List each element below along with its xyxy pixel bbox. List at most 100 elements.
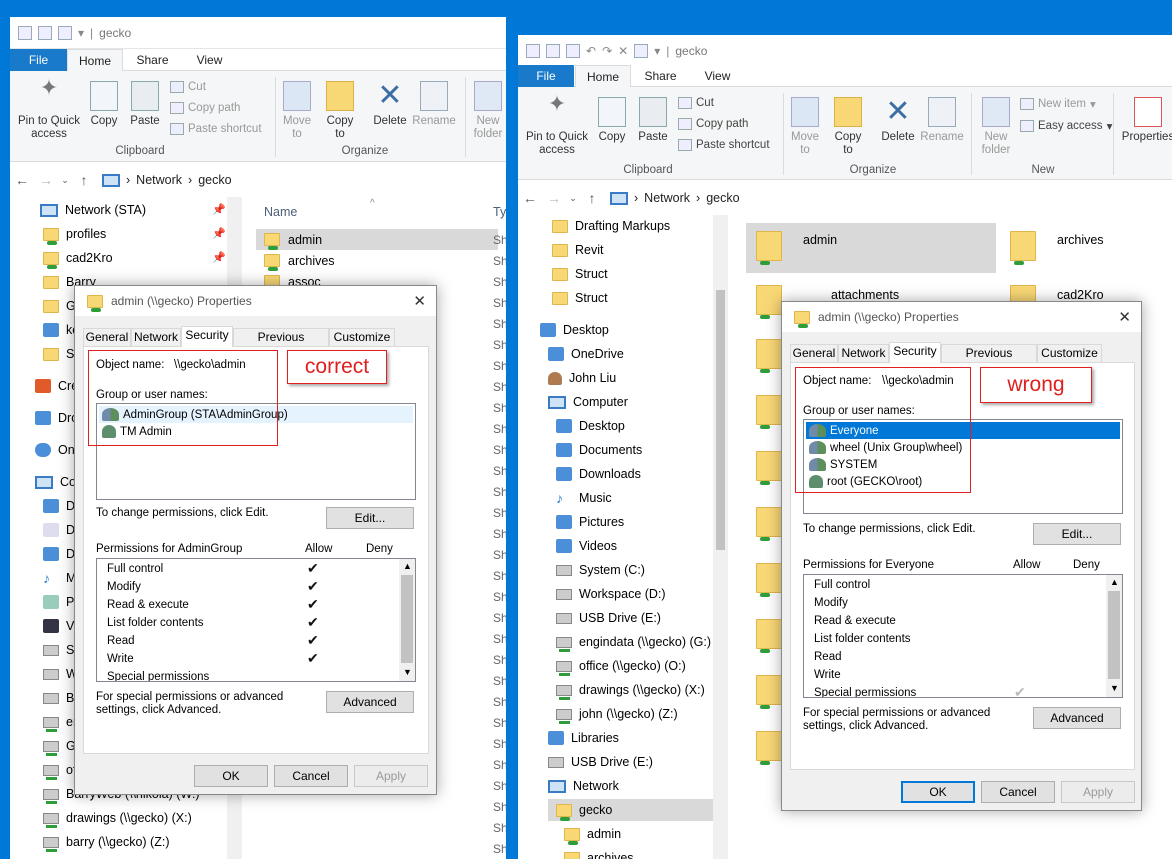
- tab-previous-versions[interactable]: Previous Versions: [941, 344, 1037, 377]
- nav-item[interactable]: W: [43, 663, 78, 685]
- cancel-button[interactable]: Cancel: [274, 765, 348, 787]
- tab-security[interactable]: Security: [889, 342, 941, 363]
- nav-item[interactable]: USB Drive (E:): [556, 607, 661, 629]
- nav-item[interactable]: Pi: [43, 591, 77, 613]
- nav-item[interactable]: Drafting Markups: [552, 215, 670, 237]
- scroll-down-icon[interactable]: ▼: [1110, 683, 1119, 693]
- nav-item[interactable]: Network (STA): [40, 199, 146, 221]
- nav-item[interactable]: engindata (\\gecko) (G:): [556, 631, 711, 653]
- nav-item[interactable]: barry (\\gecko) (Z:): [43, 831, 170, 853]
- delete-button[interactable]: ✕ Delete: [878, 97, 918, 144]
- properties-icon[interactable]: [546, 44, 560, 58]
- nav-item[interactable]: Network: [548, 775, 619, 797]
- rename-button[interactable]: Rename: [412, 81, 456, 128]
- nav-item[interactable]: Revit: [552, 239, 603, 261]
- scroll-up-icon[interactable]: ▲: [403, 561, 412, 571]
- tab-file[interactable]: File: [10, 49, 67, 71]
- forward-arrow-icon[interactable]: →: [542, 190, 566, 206]
- apply-button[interactable]: Apply: [1061, 781, 1135, 803]
- tab-share[interactable]: Share: [125, 49, 180, 71]
- permissions-scrollbar[interactable]: ▲ ▼: [399, 559, 415, 681]
- nav-item[interactable]: Desktop: [556, 415, 625, 437]
- recent-dropdown-icon[interactable]: ⌄: [58, 175, 72, 186]
- cut-button[interactable]: Cut: [170, 81, 206, 93]
- nav-item[interactable]: profiles: [43, 223, 106, 245]
- qat-dropdown-icon[interactable]: ▾: [78, 26, 84, 40]
- paste-shortcut-button[interactable]: Paste shortcut: [678, 139, 770, 151]
- scroll-down-icon[interactable]: ▼: [403, 667, 412, 677]
- nav-item[interactable]: of: [43, 759, 76, 781]
- nav-item[interactable]: Desktop: [540, 319, 609, 341]
- qat-dropdown-icon[interactable]: ▾: [654, 44, 660, 58]
- new-folder-button[interactable]: New folder: [976, 97, 1016, 157]
- new-item-button[interactable]: New item ▾: [1020, 97, 1096, 111]
- nav-item[interactable]: drawings (\\gecko) (X:): [556, 679, 705, 701]
- move-to-button[interactable]: Move to: [282, 81, 312, 141]
- nav-item[interactable]: Dro: [35, 407, 78, 429]
- nav-item[interactable]: Videos: [556, 535, 617, 557]
- tab-customize[interactable]: Customize: [1037, 344, 1102, 362]
- paste-button[interactable]: Paste: [126, 81, 164, 128]
- cut-button[interactable]: Cut: [678, 97, 714, 109]
- tab-security[interactable]: Security: [181, 326, 233, 347]
- nav-item[interactable]: Cre: [35, 375, 78, 397]
- up-arrow-icon[interactable]: ↑: [72, 172, 96, 188]
- pin-icon[interactable]: 📌: [212, 203, 226, 216]
- nav-item[interactable]: gecko: [548, 799, 718, 821]
- nav-item[interactable]: Struct: [552, 287, 608, 309]
- rename-icon[interactable]: [634, 44, 649, 58]
- nav-item[interactable]: Downloads: [556, 463, 641, 485]
- tab-general[interactable]: General: [83, 328, 131, 346]
- advanced-button[interactable]: Advanced: [326, 691, 414, 713]
- file-row[interactable]: archives: [264, 250, 335, 271]
- close-icon[interactable]: ✕: [1118, 308, 1131, 326]
- ok-button[interactable]: OK: [901, 781, 975, 803]
- breadcrumb[interactable]: › Network › gecko: [102, 173, 232, 187]
- edit-button[interactable]: Edit...: [1033, 523, 1121, 545]
- properties-icon[interactable]: [38, 26, 52, 40]
- tab-share[interactable]: Share: [633, 65, 688, 87]
- nav-item[interactable]: Documents: [556, 439, 642, 461]
- tile-admin[interactable]: admin: [746, 223, 996, 273]
- copy-to-button[interactable]: Copy to: [324, 81, 356, 141]
- forward-arrow-icon[interactable]: →: [34, 172, 58, 188]
- nav-item[interactable]: Computer: [548, 391, 628, 413]
- nav-item[interactable]: Pictures: [556, 511, 624, 533]
- scrollbar-thumb[interactable]: [401, 575, 413, 663]
- recent-dropdown-icon[interactable]: ⌄: [566, 193, 580, 204]
- paste-button[interactable]: Paste: [634, 97, 672, 144]
- nav-item[interactable]: john (\\gecko) (Z:): [556, 703, 678, 725]
- scroll-up-icon[interactable]: ▲: [1110, 577, 1119, 587]
- copy-to-button[interactable]: Copy to: [832, 97, 864, 157]
- up-arrow-icon[interactable]: ↑: [580, 190, 604, 206]
- rename-button[interactable]: Rename: [920, 97, 964, 144]
- cancel-button[interactable]: Cancel: [981, 781, 1055, 803]
- close-icon[interactable]: ✕: [413, 292, 426, 310]
- tab-previous-versions[interactable]: Previous Versions: [233, 328, 329, 361]
- nav-scrollbar[interactable]: [713, 215, 728, 859]
- copy-path-button[interactable]: Copy path: [678, 118, 748, 130]
- easy-access-button[interactable]: Easy access ▾: [1020, 119, 1112, 133]
- breadcrumb-network[interactable]: Network: [644, 191, 690, 205]
- tab-view[interactable]: View: [182, 49, 237, 71]
- scrollbar-thumb[interactable]: [1108, 591, 1120, 679]
- nav-item[interactable]: drawings (\\gecko) (X:): [43, 807, 192, 829]
- nav-item[interactable]: John Liu: [548, 367, 616, 389]
- undo-icon[interactable]: ↶: [586, 44, 596, 58]
- tab-home[interactable]: Home: [67, 49, 123, 71]
- nav-item[interactable]: archives: [564, 847, 634, 859]
- nav-item[interactable]: USB Drive (E:): [548, 751, 653, 773]
- nav-item[interactable]: Struct: [552, 263, 608, 285]
- new-folder-icon[interactable]: [566, 44, 580, 58]
- breadcrumb[interactable]: › Network › gecko: [610, 191, 740, 205]
- nav-item[interactable]: Workspace (D:): [556, 583, 666, 605]
- tab-home[interactable]: Home: [575, 65, 631, 87]
- column-header-name[interactable]: Name: [264, 205, 297, 219]
- pin-icon[interactable]: 📌: [212, 251, 226, 264]
- tab-network[interactable]: Network: [838, 344, 889, 362]
- nav-item[interactable]: Vi: [43, 615, 77, 637]
- delete-button[interactable]: ✕ Delete: [370, 81, 410, 128]
- tab-customize[interactable]: Customize: [329, 328, 395, 346]
- pin-icon[interactable]: 📌: [212, 227, 226, 240]
- new-folder-button[interactable]: New folder: [470, 81, 506, 141]
